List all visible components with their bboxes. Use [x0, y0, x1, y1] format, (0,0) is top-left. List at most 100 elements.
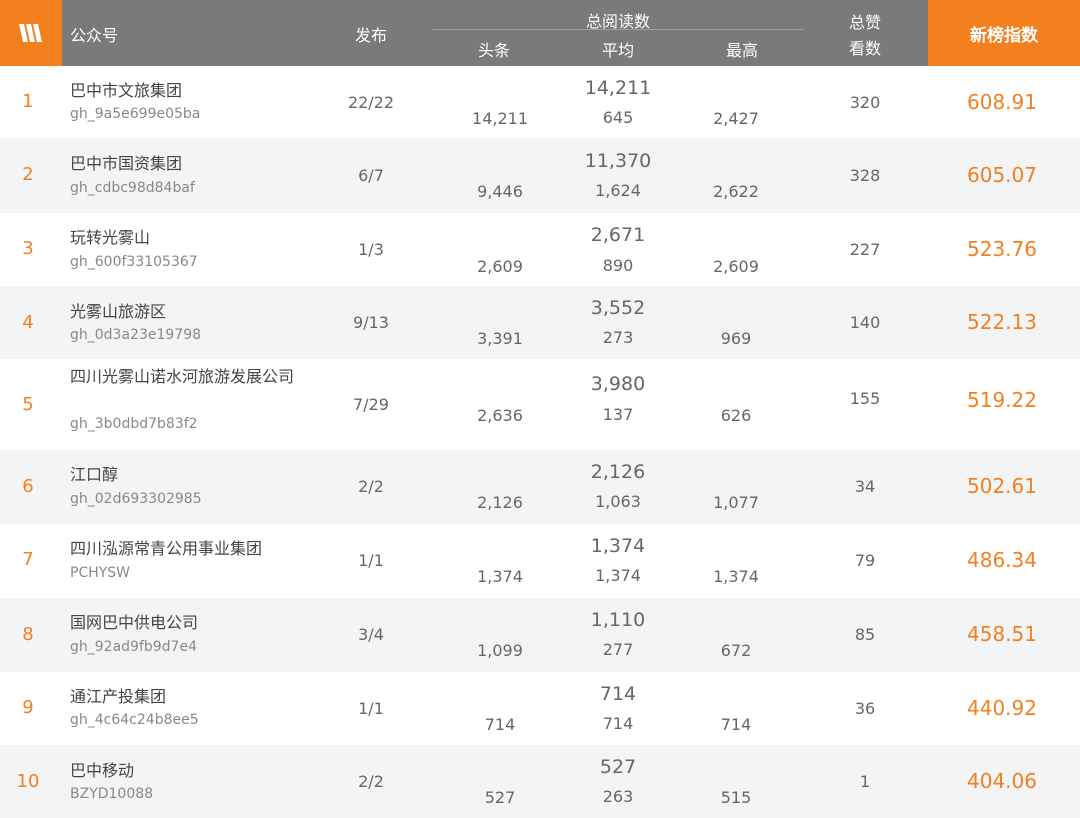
table-row[interactable]: 1 巴中市文旅集团 gh_9a5e699e05ba 22/22 14,211 1… [0, 66, 1080, 138]
table-row[interactable]: 6 江口醇 gh_02d693302985 2/2 2,126 2,126 1,… [0, 450, 1080, 524]
header-index: 新榜指数 [928, 0, 1080, 66]
rank-number: 2 [22, 164, 34, 185]
rank-number: 1 [22, 91, 34, 112]
table-row[interactable]: 2 巴中市国资集团 gh_cdbc98d84baf 6/7 11,370 9,4… [0, 138, 1080, 213]
average-reads: 890 [602, 256, 634, 275]
table-row[interactable]: 3 玩转光雾山 gh_600f33105367 1/3 2,671 2,609 … [0, 213, 1080, 286]
total-reads: 714 [599, 683, 637, 705]
account-id: BZYD10088 [70, 786, 154, 802]
header-publish: 发布 [354, 26, 388, 45]
max-reads: 515 [720, 788, 752, 807]
publish-count: 3/4 [358, 625, 384, 644]
publish-count: 1/1 [358, 699, 384, 718]
index-score: 523.76 [967, 237, 1037, 261]
publish-count: 22/22 [347, 93, 395, 112]
headline-reads: 14,211 [472, 109, 528, 128]
account-name[interactable]: 玩转光雾山 [70, 226, 150, 249]
header-likes-line1: 总赞 [848, 13, 882, 32]
publish-count: 2/2 [358, 772, 384, 791]
account-name[interactable]: 四川光雾山诺水河旅游发展公司 [70, 365, 305, 388]
headline-reads: 1,099 [477, 641, 523, 660]
account-id: gh_600f33105367 [70, 254, 198, 270]
rank-number: 6 [22, 476, 34, 497]
headline-reads: 2,636 [477, 406, 523, 425]
max-reads: 1,374 [713, 567, 759, 586]
header-likes-line2: 看数 [848, 39, 882, 58]
headline-reads: 3,391 [477, 329, 523, 348]
account-name[interactable]: 通江产投集团 [70, 685, 166, 708]
account-id: gh_4c64c24b8ee5 [70, 712, 199, 728]
newrank-logo [0, 0, 62, 66]
publish-count: 7/29 [353, 395, 389, 414]
account-name[interactable]: 江口醇 [70, 463, 118, 486]
table-row[interactable]: 7 四川泓源常青公用事业集团 PCHYSW 1/1 1,374 1,374 1,… [0, 524, 1080, 598]
rank-number: 10 [16, 771, 40, 792]
rank-number: 3 [22, 238, 34, 259]
table-header: 公众号 发布 总阅读数 头条 平均 最高 总赞 看数 新榜指数 [0, 0, 1080, 66]
index-score: 502.61 [967, 474, 1037, 498]
index-score: 519.22 [967, 388, 1037, 412]
average-reads: 137 [602, 405, 634, 424]
account-id: PCHYSW [70, 565, 131, 581]
max-reads: 672 [720, 641, 752, 660]
account-name[interactable]: 巴中市文旅集团 [70, 79, 182, 102]
account-name-text: 四川光雾山诺水河旅游发展公司 [70, 367, 295, 386]
rank-number: 8 [22, 624, 34, 645]
account-id: gh_92ad9fb9d7e4 [70, 639, 197, 655]
index-score: 440.92 [967, 696, 1037, 720]
total-reads: 1,374 [590, 535, 646, 557]
likes-count: 155 [849, 389, 881, 408]
headline-reads: 527 [484, 788, 516, 807]
max-reads: 2,609 [713, 257, 759, 276]
likes-count: 320 [849, 93, 881, 112]
average-reads: 263 [602, 787, 634, 806]
table-row[interactable]: 10 巴中移动 BZYD10088 2/2 527 527 263 515 1 … [0, 745, 1080, 818]
account-name[interactable]: 光雾山旅游区 [70, 300, 166, 323]
header-max: 最高 [725, 41, 759, 60]
newrank-logo-icon [19, 24, 42, 42]
likes-count: 79 [854, 551, 876, 570]
index-score: 458.51 [967, 622, 1037, 646]
index-score: 486.34 [967, 548, 1037, 572]
headline-reads: 9,446 [477, 182, 523, 201]
total-reads: 14,211 [584, 77, 652, 99]
account-id: gh_cdbc98d84baf [70, 180, 195, 196]
headline-reads: 1,374 [477, 567, 523, 586]
likes-count: 36 [854, 699, 876, 718]
likes-count: 1 [859, 772, 871, 791]
account-name[interactable]: 四川泓源常青公用事业集团 [70, 537, 262, 560]
index-score: 522.13 [967, 310, 1037, 334]
account-name[interactable]: 国网巴中供电公司 [70, 611, 198, 634]
ranking-table-body: 1 巴中市文旅集团 gh_9a5e699e05ba 22/22 14,211 1… [0, 66, 1080, 818]
account-id: gh_9a5e699e05ba [70, 106, 201, 122]
total-reads: 2,126 [590, 461, 646, 483]
account-name[interactable]: 巴中移动 [70, 759, 134, 782]
rank-number: 4 [22, 312, 34, 333]
header-account: 公众号 [70, 26, 119, 45]
table-row[interactable]: 4 光雾山旅游区 gh_0d3a23e19798 9/13 3,552 3,39… [0, 286, 1080, 359]
rank-number: 5 [22, 394, 34, 415]
headline-reads: 714 [484, 715, 516, 734]
total-reads: 3,552 [590, 297, 646, 319]
header-divider [432, 29, 804, 30]
likes-count: 227 [849, 240, 881, 259]
index-score: 608.91 [967, 90, 1037, 114]
average-reads: 1,624 [595, 181, 641, 200]
rank-number: 9 [22, 697, 34, 718]
table-row[interactable]: 9 通江产投集团 gh_4c64c24b8ee5 1/1 714 714 714… [0, 672, 1080, 745]
table-row[interactable]: 8 国网巴中供电公司 gh_92ad9fb9d7e4 3/4 1,110 1,0… [0, 598, 1080, 672]
likes-count: 85 [854, 625, 876, 644]
publish-count: 9/13 [353, 313, 389, 332]
table-row[interactable]: 5 四川光雾山诺水河旅游发展公司 gh_3b0dbd7b83f2 7/29 3,… [0, 359, 1080, 450]
max-reads: 2,622 [713, 182, 759, 201]
total-reads: 3,980 [590, 373, 646, 395]
headline-reads: 2,126 [477, 493, 523, 512]
account-name[interactable]: 巴中市国资集团 [70, 152, 182, 175]
average-reads: 273 [602, 328, 634, 347]
total-reads: 1,110 [590, 609, 646, 631]
rank-number: 7 [22, 549, 34, 570]
header-headline: 头条 [477, 41, 511, 60]
publish-count: 2/2 [358, 477, 384, 496]
average-reads: 277 [602, 640, 634, 659]
account-id: gh_3b0dbd7b83f2 [70, 416, 198, 432]
